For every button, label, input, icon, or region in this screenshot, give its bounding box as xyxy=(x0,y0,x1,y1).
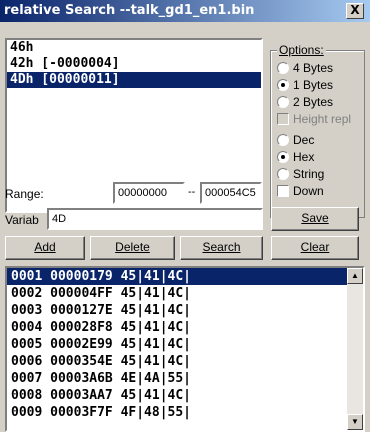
range-from-field[interactable]: 00000000 xyxy=(113,182,185,204)
options-title: Options: xyxy=(277,43,326,57)
radio-indicator xyxy=(277,79,289,91)
radio-hex[interactable]: Hex xyxy=(277,150,314,164)
radio-2-bytes[interactable]: 2 Bytes xyxy=(277,95,333,109)
variab-field[interactable]: 4D xyxy=(47,208,263,230)
search-button[interactable]: Search xyxy=(180,236,263,260)
search-results-list[interactable]: 0001 00000179 45|41|4C| 0002 000004FF 45… xyxy=(5,266,365,432)
radio-indicator xyxy=(277,151,289,163)
radio-string[interactable]: String xyxy=(277,167,324,181)
result-row-selected[interactable]: 0001 00000179 45|41|4C| xyxy=(7,268,363,285)
save-button[interactable]: Save xyxy=(271,207,359,231)
height-repl-checkbox: Height repl xyxy=(277,112,351,126)
checkbox-label: Height repl xyxy=(293,112,352,126)
range-to-field[interactable]: 000054C5 xyxy=(200,182,262,204)
add-button[interactable]: Add xyxy=(5,236,85,260)
down-arrow-icon: ▼ xyxy=(351,417,359,426)
range-label: Range: xyxy=(5,187,44,201)
radio-label: Hex xyxy=(293,150,315,164)
hex-list-item[interactable]: 42h [-0000004] xyxy=(7,56,261,72)
radio-1-bytes[interactable]: 1 Bytes xyxy=(277,78,333,92)
clear-button[interactable]: Clear xyxy=(271,236,359,260)
result-row[interactable]: 0008 00003AA7 45|41|4C| xyxy=(7,387,363,404)
result-row[interactable]: 0005 00002E99 45|41|4C| xyxy=(7,336,363,353)
up-arrow-icon: ▲ xyxy=(351,271,359,280)
variab-label: Variab xyxy=(5,213,39,227)
checkbox-label: Down xyxy=(293,184,324,198)
result-row[interactable]: 0004 000028F8 45|41|4C| xyxy=(7,319,363,336)
radio-label: 1 Bytes xyxy=(293,78,334,92)
window-title: relative Search --talk_gd1_en1.bin xyxy=(4,3,255,18)
radio-indicator xyxy=(277,96,289,108)
title-bar[interactable]: relative Search --talk_gd1_en1.bin X xyxy=(0,0,370,22)
hex-list-item-selected[interactable]: 4Dh [00000011] xyxy=(7,72,261,88)
radio-label: 4 Bytes xyxy=(293,61,334,75)
radio-label: String xyxy=(293,167,325,181)
radio-label: 2 Bytes xyxy=(293,95,334,109)
result-row[interactable]: 0006 0000354E 45|41|4C| xyxy=(7,353,363,370)
radio-4-bytes[interactable]: 4 Bytes xyxy=(277,61,333,75)
results-scrollbar[interactable]: ▲ ▼ xyxy=(347,268,363,430)
hex-list-item[interactable]: 46h xyxy=(7,40,261,56)
result-row[interactable]: 0007 00003A6B 4E|4A|55| xyxy=(7,370,363,387)
down-checkbox[interactable]: Down xyxy=(277,184,324,198)
radio-indicator xyxy=(277,62,289,74)
radio-label: Dec xyxy=(293,133,315,147)
scroll-up-button[interactable]: ▲ xyxy=(347,268,363,284)
result-row[interactable]: 0003 0000127E 45|41|4C| xyxy=(7,302,363,319)
result-row[interactable]: 0009 00003F7F 4F|48|55| xyxy=(7,404,363,421)
radio-dec[interactable]: Dec xyxy=(277,133,314,147)
checkbox-indicator xyxy=(277,113,289,125)
result-row[interactable]: 0002 000004FF 45|41|4C| xyxy=(7,285,363,302)
close-button[interactable]: X xyxy=(346,3,364,19)
delete-button[interactable]: Delete xyxy=(90,236,175,260)
relative-search-window: relative Search --talk_gd1_en1.bin X 46h… xyxy=(0,0,370,432)
radio-indicator xyxy=(277,168,289,180)
scroll-down-button[interactable]: ▼ xyxy=(347,414,363,430)
radio-indicator xyxy=(277,134,289,146)
range-separator: -- xyxy=(188,186,196,198)
checkbox-indicator xyxy=(277,185,289,197)
